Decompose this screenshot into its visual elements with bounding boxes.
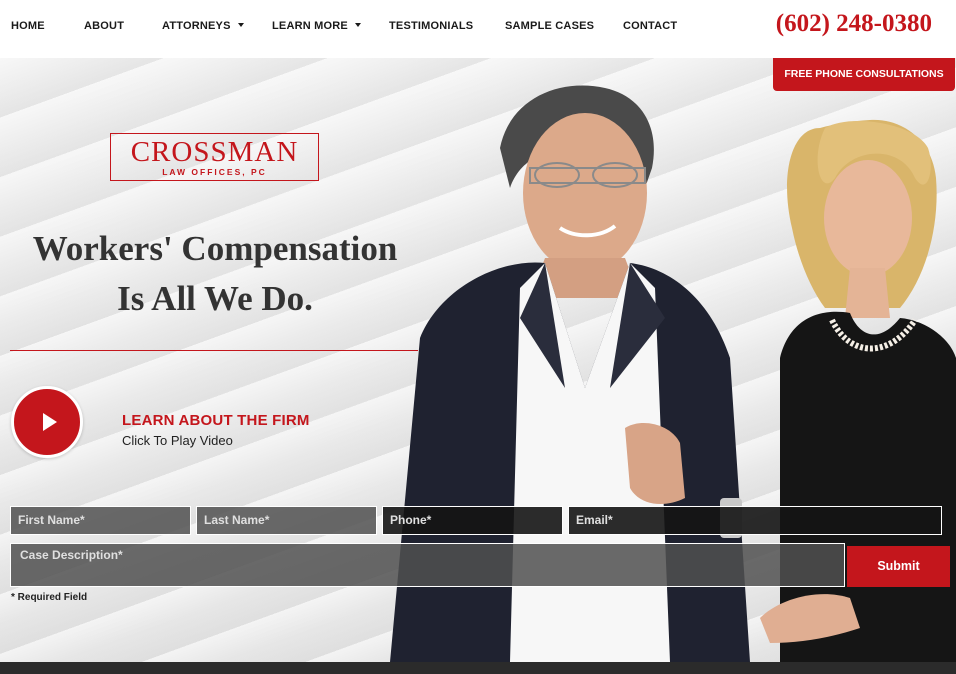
nav-attorneys[interactable]: ATTORNEYS <box>162 20 244 32</box>
play-icon <box>43 413 57 431</box>
headline-divider <box>10 350 418 351</box>
phone-number-link[interactable]: (602) 248-0380 <box>776 10 932 38</box>
caret-down-icon <box>354 23 361 28</box>
caret-down-icon <box>237 23 244 28</box>
nav-learn-more[interactable]: LEARN MORE <box>272 20 361 32</box>
play-video-button[interactable] <box>11 386 83 458</box>
crossman-logo[interactable]: CROSSMAN LAW OFFICES, PC <box>110 133 319 181</box>
headline-line-2: Is All We Do. <box>117 279 313 318</box>
nav-testimonials[interactable]: TESTIMONIALS <box>389 20 473 32</box>
headline-line-1: Workers' Compensation <box>32 229 398 268</box>
required-field-note: * Required Field <box>11 592 88 603</box>
last-name-field[interactable]: Last Name* <box>196 506 377 535</box>
nav-contact-label: CONTACT <box>623 20 678 32</box>
nav-learn-more-label: LEARN MORE <box>272 20 348 32</box>
nav-attorneys-label: ATTORNEYS <box>162 20 231 32</box>
case-description-field[interactable]: Case Description* <box>10 543 845 587</box>
bottom-bar <box>0 662 956 674</box>
phone-field[interactable]: Phone* <box>382 506 563 535</box>
nav-contact[interactable]: CONTACT <box>623 20 677 32</box>
first-name-field[interactable]: First Name* <box>10 506 191 535</box>
email-field[interactable]: Email* <box>568 506 942 535</box>
video-title[interactable]: LEARN ABOUT THE FIRM <box>122 412 310 429</box>
hero-section: CROSSMAN LAW OFFICES, PC Workers' Compen… <box>0 58 956 662</box>
logo-subtitle: LAW OFFICES, PC <box>162 167 267 177</box>
nav-about[interactable]: ABOUT <box>84 20 124 32</box>
nav-home[interactable]: HOME <box>11 20 45 32</box>
top-navigation: HOME ABOUT ATTORNEYS LEARN MORE TESTIMON… <box>0 0 956 58</box>
video-subtitle[interactable]: Click To Play Video <box>122 433 233 448</box>
logo-name: CROSSMAN <box>130 136 299 168</box>
hero-headline: Workers' Compensation Is All We Do. <box>10 224 420 324</box>
free-consultation-button[interactable]: FREE PHONE CONSULTATIONS <box>773 58 955 91</box>
nav-home-label: HOME <box>11 20 45 32</box>
submit-button[interactable]: Submit <box>847 546 950 587</box>
nav-testimonials-label: TESTIMONIALS <box>389 20 474 32</box>
nav-sample-cases-label: SAMPLE CASES <box>505 20 595 32</box>
nav-about-label: ABOUT <box>84 20 125 32</box>
nav-sample-cases[interactable]: SAMPLE CASES <box>505 20 594 32</box>
